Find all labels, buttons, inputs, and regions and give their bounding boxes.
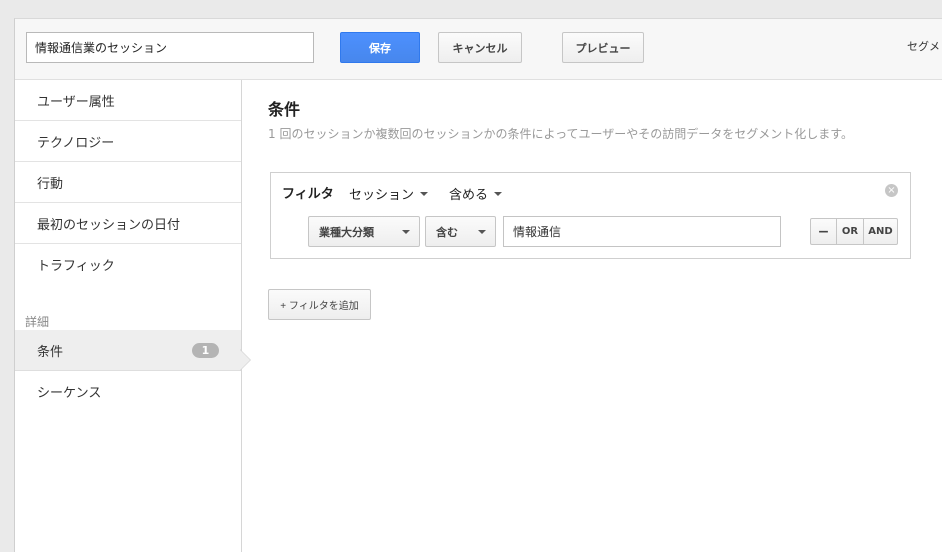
sidebar-item-label: シーケンス xyxy=(37,386,102,401)
sidebar-item-label: テクノロジー xyxy=(37,135,115,151)
filter-logic-buttons: − OR AND xyxy=(810,218,898,245)
page-title: 条件 xyxy=(268,100,301,119)
sidebar-section-advanced: 詳細 xyxy=(25,315,50,329)
sidebar-item-first-session-date[interactable]: 最初のセッションの日付 xyxy=(15,203,241,244)
remove-condition-button[interactable]: − xyxy=(810,218,837,245)
preview-button[interactable]: プレビュー xyxy=(562,32,644,63)
sidebar-item-label: 条件 xyxy=(37,344,64,360)
sidebar-item-label: トラフィック xyxy=(37,259,115,274)
and-button[interactable]: AND xyxy=(863,218,898,245)
caret-down-icon xyxy=(402,230,410,234)
page-description: 1 回のセッションか複数回のセッションかの条件によってユーザーやその訪問データを… xyxy=(268,127,854,141)
filter-card: フィルタ セッション 含める × 業種大分類 含む − OR AND xyxy=(270,172,911,259)
segment-name-input[interactable] xyxy=(26,32,314,63)
caret-down-icon xyxy=(478,230,486,234)
sidebar-item-technology[interactable]: テクノロジー xyxy=(15,121,241,162)
sidebar-item-sequences[interactable]: シーケンス xyxy=(15,371,241,412)
segment-cut-label: セグメ xyxy=(907,40,940,53)
caret-down-icon xyxy=(420,191,429,196)
sidebar-item-label: 最初のセッションの日付 xyxy=(37,217,181,233)
filter-label: フィルタ xyxy=(282,187,334,202)
operator-select-value: 含む xyxy=(436,225,458,239)
filter-scope-dropdown[interactable]: セッション xyxy=(349,184,429,203)
save-button[interactable]: 保存 xyxy=(340,32,420,63)
segment-editor-toolbar: 保存 キャンセル プレビュー セグメ xyxy=(15,19,942,80)
filter-mode-dropdown[interactable]: 含める xyxy=(449,184,503,203)
or-button[interactable]: OR xyxy=(836,218,864,245)
sidebar-item-conditions[interactable]: 条件 1 xyxy=(15,330,241,371)
caret-down-icon xyxy=(494,191,503,196)
filter-scope-value: セッション xyxy=(349,188,415,203)
segment-editor-frame: 保存 キャンセル プレビュー セグメ ユーザー属性 テクノロジー 行動 最初のセ… xyxy=(14,18,942,552)
operator-select[interactable]: 含む xyxy=(425,216,496,247)
sidebar-item-label: 行動 xyxy=(37,176,64,192)
segment-sidebar: ユーザー属性 テクノロジー 行動 最初のセッションの日付 トラフィック 詳細 条… xyxy=(15,80,242,552)
dimension-select-value: 業種大分類 xyxy=(319,225,374,239)
filter-value-input[interactable] xyxy=(503,216,781,247)
selection-pointer-fill xyxy=(240,350,250,370)
cancel-button[interactable]: キャンセル xyxy=(438,32,522,63)
sidebar-item-label: ユーザー属性 xyxy=(37,94,115,110)
sidebar-item-demographics[interactable]: ユーザー属性 xyxy=(15,80,241,121)
dimension-select[interactable]: 業種大分類 xyxy=(308,216,420,247)
add-filter-button[interactable]: + フィルタを追加 xyxy=(268,289,371,320)
sidebar-item-behavior[interactable]: 行動 xyxy=(15,162,241,203)
conditions-count-badge: 1 xyxy=(192,343,219,358)
close-icon[interactable]: × xyxy=(885,184,898,197)
sidebar-item-traffic[interactable]: トラフィック xyxy=(15,244,241,285)
filter-mode-value: 含める xyxy=(449,188,489,203)
